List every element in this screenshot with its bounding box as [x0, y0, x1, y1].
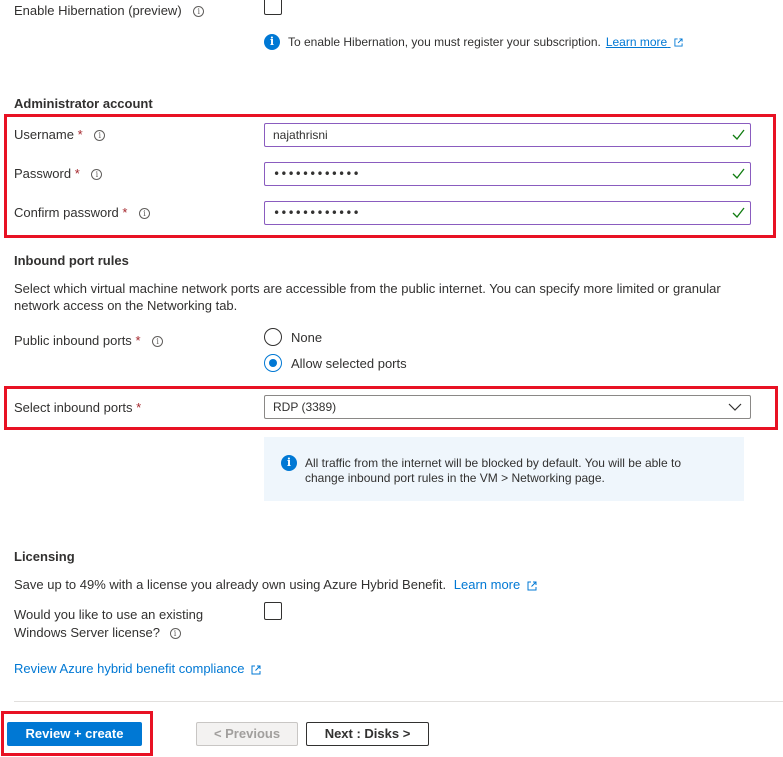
inbound-description-line2: network access on the Networking tab. [14, 298, 238, 313]
info-circle-icon: i [281, 455, 297, 471]
external-link-icon [251, 665, 261, 675]
required-mark: * [122, 205, 128, 220]
existing-license-checkbox[interactable] [264, 602, 282, 620]
password-input[interactable]: •••••••••••• [264, 162, 751, 186]
hibernation-label: Enable Hibernation (preview) [14, 3, 182, 18]
confirm-password-label: Confirm password [14, 205, 119, 220]
licensing-text: Save up to 49% with a license you alread… [14, 577, 447, 592]
hibernation-learn-more-link[interactable]: Learn more [606, 35, 683, 49]
compliance-link-label: Review Azure hybrid benefit compliance [14, 661, 245, 676]
check-icon [732, 207, 745, 218]
callout-line1: All traffic from the internet will be bl… [305, 456, 681, 470]
hibernation-note: i To enable Hibernation, you must regist… [264, 34, 683, 50]
radio-option-allow[interactable]: Allow selected ports [264, 354, 407, 372]
info-icon[interactable]: i [91, 169, 103, 181]
confirm-password-input[interactable]: •••••••••••• [264, 201, 751, 225]
confirm-password-label-row: Confirm password * i [14, 205, 151, 220]
radio-allow-selected[interactable] [264, 354, 282, 372]
check-icon [732, 168, 745, 179]
radio-allow-label: Allow selected ports [291, 355, 407, 371]
license-question-line1: Would you like to use an existing [14, 607, 204, 622]
hibernation-note-text: To enable Hibernation, you must register… [288, 35, 601, 49]
inbound-description-line1: Select which virtual machine network por… [14, 281, 721, 296]
check-icon [732, 129, 745, 140]
required-mark: * [136, 400, 142, 415]
review-create-button[interactable]: Review + create [7, 722, 142, 746]
select-ports-value: RDP (3389) [273, 400, 337, 414]
licensing-learn-more-link[interactable]: Learn more [454, 577, 537, 592]
info-icon[interactable]: i [94, 130, 106, 142]
radio-none[interactable] [264, 328, 282, 346]
radio-option-none[interactable]: None [264, 328, 322, 346]
password-value: •••••••••••• [273, 167, 360, 181]
inbound-section-title: Inbound port rules [14, 253, 129, 268]
info-icon[interactable]: i [169, 628, 181, 640]
info-circle-icon: i [264, 34, 280, 50]
public-ports-label: Public inbound ports [14, 333, 132, 348]
username-value: najathrisni [273, 128, 328, 142]
inbound-info-callout: i All traffic from the internet will be … [264, 437, 744, 501]
license-question-row: Windows Server license? i [14, 625, 181, 640]
select-ports-dropdown[interactable]: RDP (3389) [264, 395, 751, 419]
next-disks-button[interactable]: Next : Disks > [306, 722, 429, 746]
radio-none-label: None [291, 329, 323, 345]
external-link-icon [673, 38, 683, 47]
info-icon[interactable]: i [193, 6, 205, 18]
learn-more-label: Learn more [453, 577, 521, 592]
hibernation-checkbox[interactable] [264, 0, 282, 15]
licensing-section-title: Licensing [14, 549, 75, 564]
required-mark: * [74, 166, 80, 181]
public-ports-label-row: Public inbound ports * i [14, 333, 164, 348]
footer-divider [14, 701, 783, 702]
select-ports-label: Select inbound ports [14, 400, 133, 415]
licensing-text-row: Save up to 49% with a license you alread… [14, 577, 537, 592]
license-question-line2: Windows Server license? [14, 625, 160, 640]
external-link-icon [527, 581, 537, 591]
info-icon[interactable]: i [152, 336, 164, 348]
learn-more-label: Learn more [605, 35, 668, 49]
admin-section-title: Administrator account [14, 96, 153, 111]
confirm-password-value: •••••••••••• [273, 206, 360, 220]
password-label: Password [14, 166, 72, 181]
callout-line2: change inbound port rules in the VM > Ne… [305, 471, 605, 485]
required-mark: * [135, 333, 141, 348]
username-label-row: Username * i [14, 127, 106, 142]
info-icon[interactable]: i [139, 208, 151, 220]
previous-button[interactable]: < Previous [196, 722, 298, 746]
hibernation-row: Enable Hibernation (preview) i [14, 3, 205, 18]
chevron-down-icon [728, 403, 742, 411]
select-ports-label-row: Select inbound ports * [14, 400, 141, 415]
hybrid-benefit-compliance-link[interactable]: Review Azure hybrid benefit compliance [14, 661, 261, 676]
username-input[interactable]: najathrisni [264, 123, 751, 147]
username-label: Username [14, 127, 74, 142]
required-mark: * [77, 127, 83, 142]
password-label-row: Password * i [14, 166, 103, 181]
